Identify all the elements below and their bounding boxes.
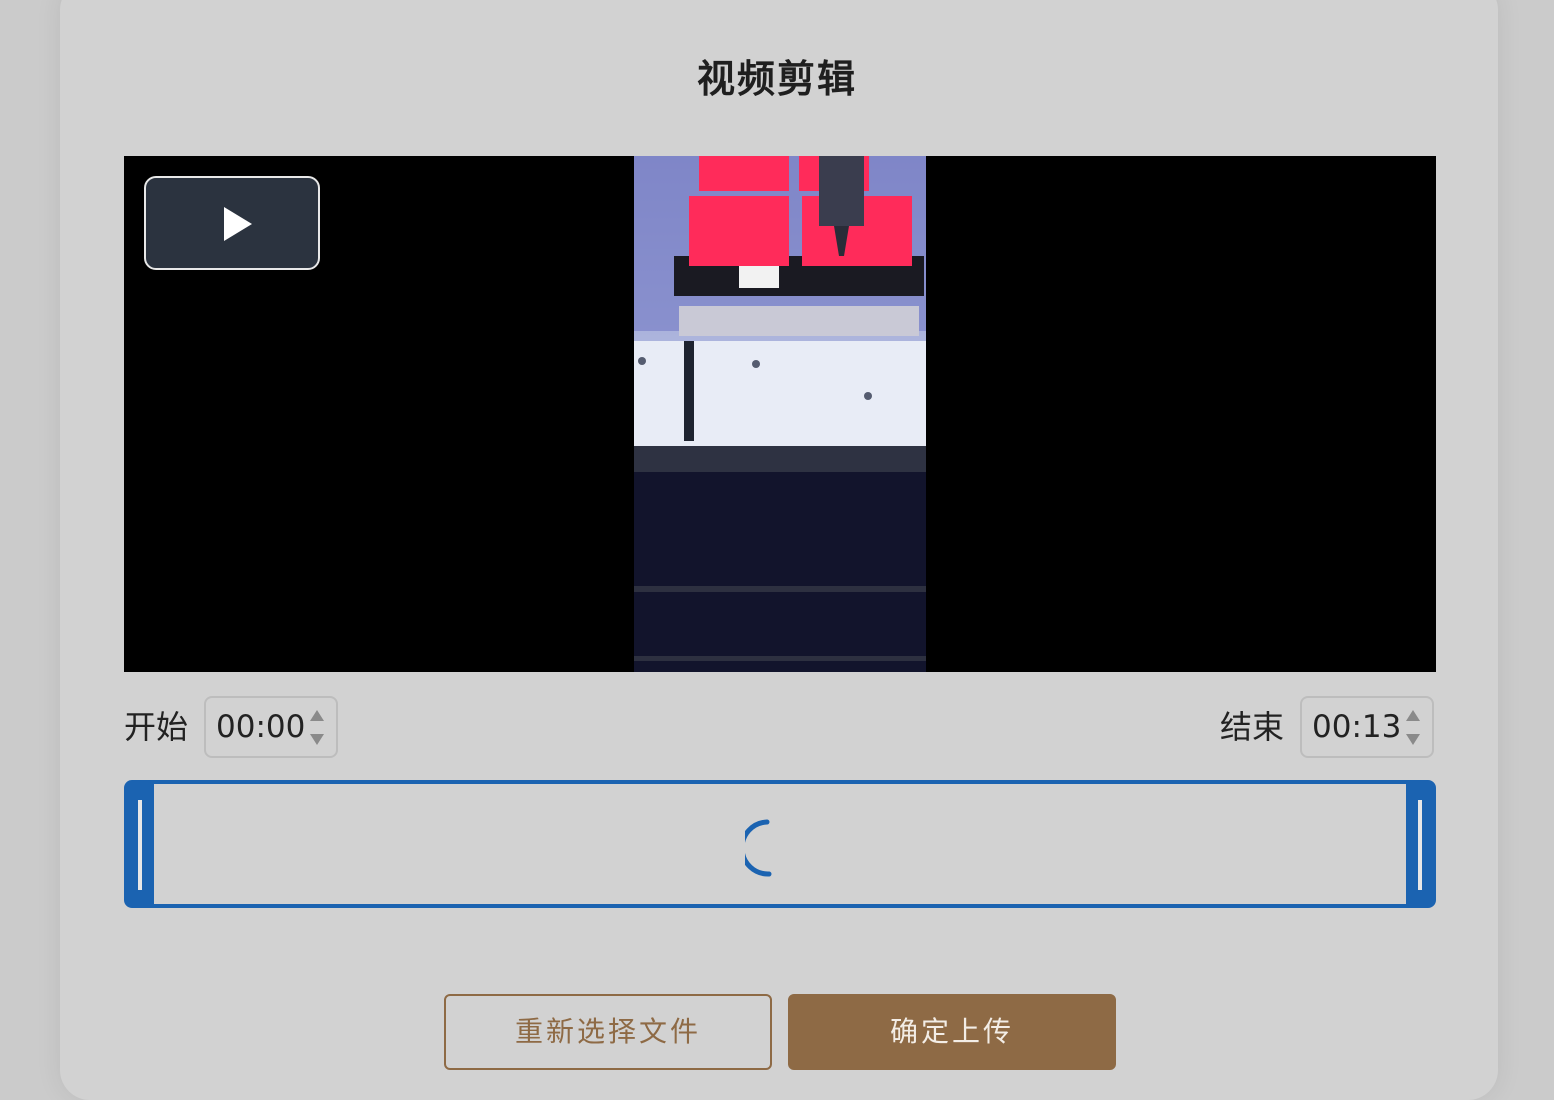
confirm-upload-button[interactable]: 确定上传 (788, 994, 1116, 1070)
end-time-input[interactable]: 00:13 (1300, 696, 1434, 758)
handle-grip-icon (1418, 800, 1422, 890)
start-time-value: 00:00 (216, 709, 306, 745)
loading-spinner-icon (745, 819, 772, 877)
page-title: 视频剪辑 (696, 57, 857, 101)
trim-end-handle[interactable] (1406, 784, 1432, 904)
increment-arrow-icon[interactable] (1406, 710, 1420, 721)
decrement-arrow-icon[interactable] (1406, 734, 1420, 745)
start-time-label: 开始 (124, 708, 189, 746)
play-button[interactable] (144, 176, 320, 270)
end-time-label: 结束 (1220, 708, 1285, 746)
reselect-file-button[interactable]: 重新选择文件 (444, 994, 772, 1070)
trim-start-handle[interactable] (128, 784, 154, 904)
video-frame (634, 156, 926, 672)
increment-arrow-icon[interactable] (310, 710, 324, 721)
play-icon (224, 207, 252, 241)
handle-grip-icon (138, 800, 142, 890)
start-time-input[interactable]: 00:00 (204, 696, 338, 758)
decrement-arrow-icon[interactable] (310, 734, 324, 745)
trim-timeline[interactable] (124, 780, 1436, 908)
video-player[interactable] (124, 156, 1436, 672)
end-time-value: 00:13 (1312, 709, 1402, 745)
